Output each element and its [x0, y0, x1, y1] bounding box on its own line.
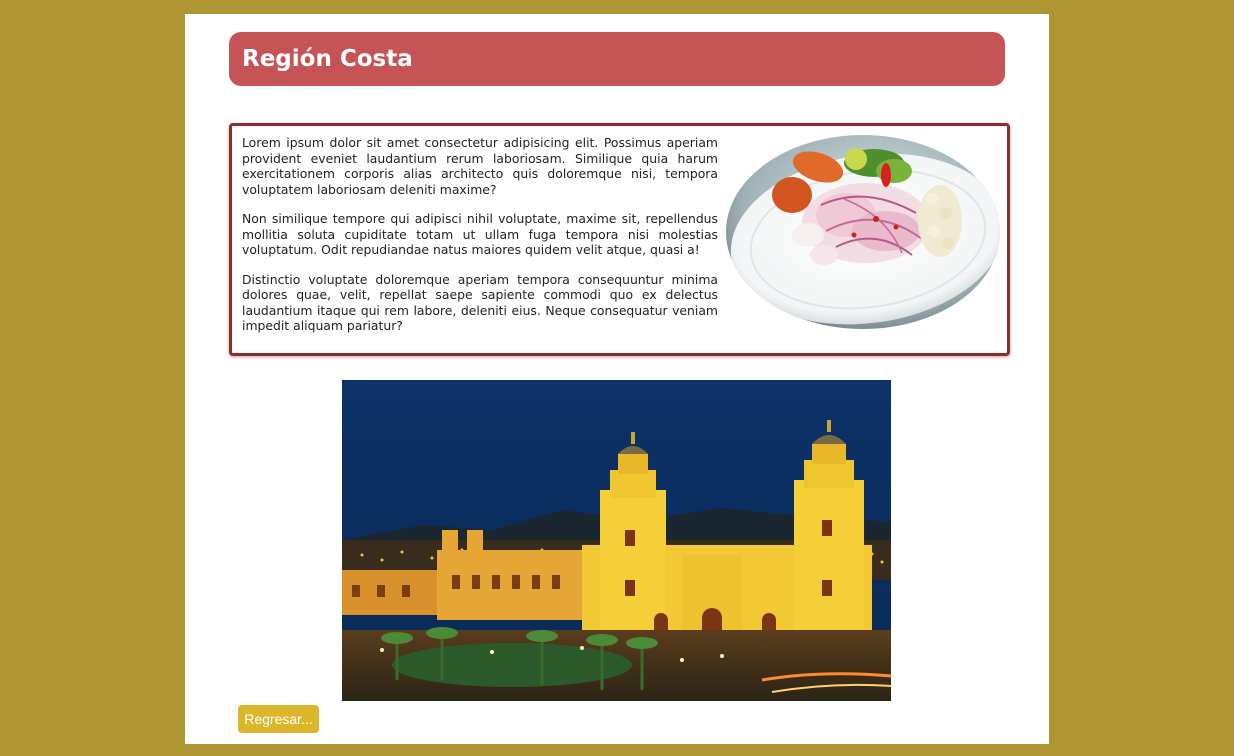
ceviche-image — [726, 135, 1000, 329]
article-text: Lorem ipsum dolor sit amet consectetur a… — [242, 135, 718, 334]
cathedral-image — [342, 380, 891, 701]
content-box: Lorem ipsum dolor sit amet consectetur a… — [229, 123, 1010, 356]
paragraph-2: Non similique tempore qui adipisci nihil… — [242, 211, 718, 257]
back-button[interactable]: Regresar... — [238, 705, 319, 733]
paragraph-3: Distinctio voluptate doloremque aperiam … — [242, 271, 718, 334]
header-banner: Región Costa — [229, 32, 1005, 86]
page-title: Región Costa — [242, 46, 413, 72]
page-container: Región Costa Lorem ipsum dolor sit amet … — [185, 14, 1049, 744]
paragraph-1: Lorem ipsum dolor sit amet consectetur a… — [242, 135, 718, 197]
